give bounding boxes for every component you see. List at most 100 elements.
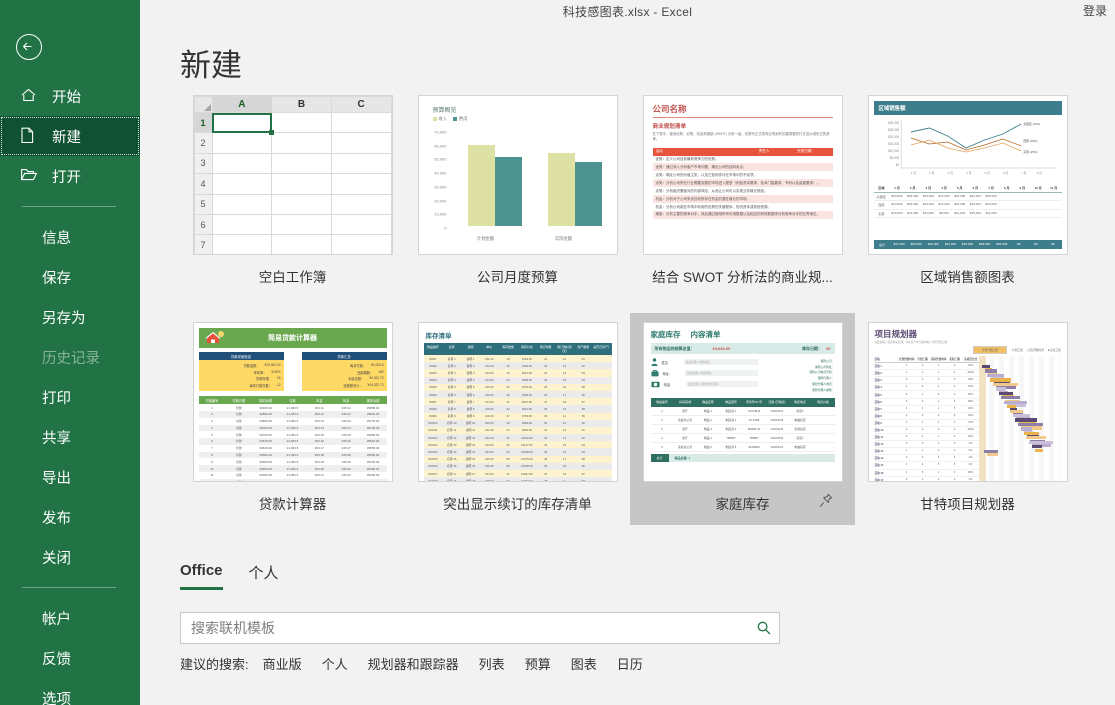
suggested-item-calendars[interactable]: 日历: [617, 654, 643, 673]
loan-summary-boxes: 贷款详细信息 贷款金额： ¥10,000.00 年利率： 5.50% 贷款年限： 15…: [198, 352, 387, 392]
home-inventory-total-bar: 所有物品的结算总值： ¥4,040.00 库存日期： 20: [650, 343, 835, 354]
table-row: 1 付款 ¥9945.00 ¥1,063.5 ¥63.11 ¥45.21 ¥9885.00: [211, 405, 380, 410]
template-tile-regional-sales[interactable]: 区域销售额 $30,000 $25,000 $20,000 $15,000 $1: [855, 95, 1080, 286]
sidebar-item-export[interactable]: 导出: [0, 457, 140, 497]
suggested-item-budgets[interactable]: 预算: [525, 654, 551, 673]
sidebar-item-save-as[interactable]: 另存为: [0, 297, 140, 337]
sidebar-item-share[interactable]: 共享: [0, 417, 140, 457]
swot-row: 优势：通过深入分析客户市场问题，确定公司的独特卖点。: [652, 163, 833, 172]
sidebar-item-info[interactable]: 信息: [0, 217, 140, 257]
template-tile-swot-business-plan[interactable]: 公司名称 商业规划清单 在下表中，使用优势、劣势、机会和威胁 (SWOT) 分析…: [630, 95, 855, 286]
cell[interactable]: [271, 173, 332, 195]
cell[interactable]: [211, 213, 273, 236]
cell[interactable]: [330, 234, 392, 254]
gantt-pill[interactable]: 计划开始日期: [973, 346, 1007, 354]
briefcase-icon: [650, 369, 659, 377]
search-icon[interactable]: [749, 620, 779, 636]
cell[interactable]: [211, 152, 273, 175]
cell[interactable]: [330, 213, 392, 236]
sidebar-item-home[interactable]: 开始: [0, 76, 140, 116]
sidebar-item-account[interactable]: 帐户: [0, 598, 140, 638]
sidebar-item-feedback[interactable]: 反馈: [0, 638, 140, 678]
box-title: 贷款汇总: [301, 352, 387, 360]
gantt-task-row: 活动 16 4 5 1 6 80%: [874, 470, 979, 477]
cell[interactable]: [211, 132, 273, 154]
table-row: IN0013 名称 13 说明 13 ¥23.00 49 ¥1127.00 33 15 63: [423, 441, 612, 449]
table-row: 2 付款 ¥9890.00 ¥1,063.5 ¥63.12 ¥45.22 ¥9830.00: [198, 410, 387, 418]
sidebar-item-options[interactable]: 选项: [0, 678, 140, 705]
search-input[interactable]: [181, 613, 749, 643]
gantt-task-row: 活动 1 1 2 1 3 25%: [874, 363, 979, 371]
inventory-table-header: 物品编号 名称 说明 单价 库存数量 库存价值 再订购量 再订购时间（天） 停产…: [423, 343, 612, 355]
template-tile-inventory-list[interactable]: 库存清单 物品编号 名称 说明 单价 库存数量 库存价值 再订购量 再订购时间（…: [405, 322, 630, 525]
x-tick: 计划金额: [476, 236, 495, 241]
sidebar-item-close[interactable]: 关闭: [0, 537, 140, 577]
table-row: IN001 名称 1 说明 1 ¥11.00 13 ¥143.00 21 12 51: [423, 355, 612, 363]
cell[interactable]: [330, 132, 392, 154]
swot-row: 劣势：分析公司所在行业需要克服的市场进入壁垒（例如资本要求、技术门槛要求、专利以…: [652, 179, 833, 188]
row-header: 4: [193, 173, 213, 195]
swot-rule: [652, 117, 833, 119]
sidebar-item-save[interactable]: 保存: [0, 257, 140, 297]
col-month: 3 月: [925, 186, 932, 191]
cell[interactable]: [211, 193, 273, 215]
x-tick: 实际金额: [554, 236, 573, 241]
tab-office[interactable]: Office: [180, 562, 223, 590]
template-thumbnail: 家庭库存内容清单 所有物品的结算总值： ¥4,040.00 库存日期： 20: [642, 322, 843, 482]
table-row: IN0018 名称 18 说明 18 ¥28.00 64 ¥1792.00 38 11 68: [423, 477, 612, 481]
gantt-preview: 项目规划器 在此处输入项目启动日期，并在首个单元格中输入计划开始日期 计划开始日…: [868, 323, 1067, 481]
svg-text:4 月: 4 月: [966, 171, 971, 175]
loan-table-header: 付款编号 付款日期 期初余额 付款 本金 利息 期末余额: [198, 396, 387, 405]
template-tile-blank-workbook[interactable]: A B C 1 2 3 4 5 6 7 空白工作簿: [180, 95, 405, 286]
sidebar-item-print[interactable]: 打印: [0, 377, 140, 417]
cell[interactable]: [211, 234, 273, 254]
cell[interactable]: [271, 213, 332, 236]
cell[interactable]: [330, 173, 392, 195]
sidebar-item-open[interactable]: 打开: [0, 156, 140, 196]
template-tile-company-budget[interactable]: 预算概览 收入 费用 70,000 60,000 50,000 40,000 3…: [405, 95, 630, 286]
cell[interactable]: [330, 152, 392, 175]
sidebar-item-new[interactable]: 新建: [0, 116, 140, 156]
suggested-item-personal[interactable]: 个人: [322, 654, 348, 673]
gantt-task-row: 活动 5 5 2 5 3 80%: [874, 391, 979, 399]
sidebar-item-label: 打印: [42, 390, 71, 407]
suggested-item-lists[interactable]: 列表: [479, 654, 505, 673]
template-tile-home-inventory[interactable]: 家庭库存内容清单 所有物品的结算总值： ¥4,040.00 库存日期： 20: [630, 313, 855, 525]
sign-in-button[interactable]: 登录: [1083, 2, 1107, 19]
gantt-task-row: 活动 3 3 4 3 5 35%: [874, 377, 979, 385]
excel-backstage-new-screen: 科技感图表.xlsx - Excel 登录 开始 新建 打开 信息 保存 另存为…: [0, 0, 1115, 705]
cell[interactable]: [271, 152, 332, 175]
cell[interactable]: [330, 111, 392, 134]
template-row-2: 简易贷款计算器 贷款详细信息 贷款金额： ¥10,000.00 年利率： 5.50%…: [180, 313, 1100, 525]
back-arrow-icon[interactable]: [16, 34, 42, 60]
cell[interactable]: [211, 173, 273, 195]
caption-row: 空白工作簿: [180, 266, 405, 286]
caption-row: 结合 SWOT 分析法的商业规...: [630, 266, 855, 286]
legend-actual-start: ▪ 实际开始时间: [1026, 349, 1044, 352]
template-tile-loan-calculator[interactable]: 简易贷款计算器 贷款详细信息 贷款金额： ¥10,000.00 年利率： 5.50%…: [180, 322, 405, 525]
search-online-templates[interactable]: [180, 612, 780, 644]
tab-personal[interactable]: 个人: [249, 562, 279, 590]
cell-a1[interactable]: [211, 111, 275, 137]
suggested-item-charts[interactable]: 图表: [571, 654, 597, 673]
cell[interactable]: [271, 234, 332, 254]
svg-text:$0: $0: [895, 163, 899, 167]
table-row: 4 付款 ¥9780.00 ¥1,063.5 ¥63.14 ¥45.24 ¥9720.00: [198, 424, 387, 432]
table-row: IN0015 名称 15 说明 15 ¥25.00 55 ¥1375.00 35 17 65: [423, 455, 612, 463]
suggested-item-planners[interactable]: 规划器和跟踪器: [368, 654, 459, 673]
cell[interactable]: [271, 111, 332, 134]
cell[interactable]: [330, 193, 392, 215]
suggested-item-business[interactable]: 商业版: [263, 654, 302, 673]
pin-icon[interactable]: [819, 493, 833, 513]
sidebar-item-publish[interactable]: 发布: [0, 497, 140, 537]
gantt-task-row: 活动 11 5 4 1 5 60%: [874, 434, 979, 442]
regional-sales-preview: 区域销售额 $30,000 $25,000 $20,000 $15,000 $1: [868, 96, 1067, 254]
cell[interactable]: [271, 193, 332, 215]
gantt-table-header: 活动 计划开始时间 计划工期 实际开始时间 实际工期 完成百分比: [874, 356, 979, 364]
template-tile-gantt-planner[interactable]: 项目规划器 在此处输入项目启动日期，并在首个单元格中输入计划开始日期 计划开始日…: [855, 322, 1080, 525]
table-row: 5 付款 ¥9725.00 ¥1,063.5 ¥63.15 ¥45.25 ¥9665.00: [211, 432, 380, 437]
col-month: 9 月: [1019, 186, 1026, 191]
cell[interactable]: [271, 132, 332, 154]
gantt-body: 活动 计划开始时间 计划工期 实际开始时间 实际工期 完成百分比 活动 1121…: [874, 356, 1061, 481]
caption-row: 贷款计算器: [180, 493, 405, 513]
